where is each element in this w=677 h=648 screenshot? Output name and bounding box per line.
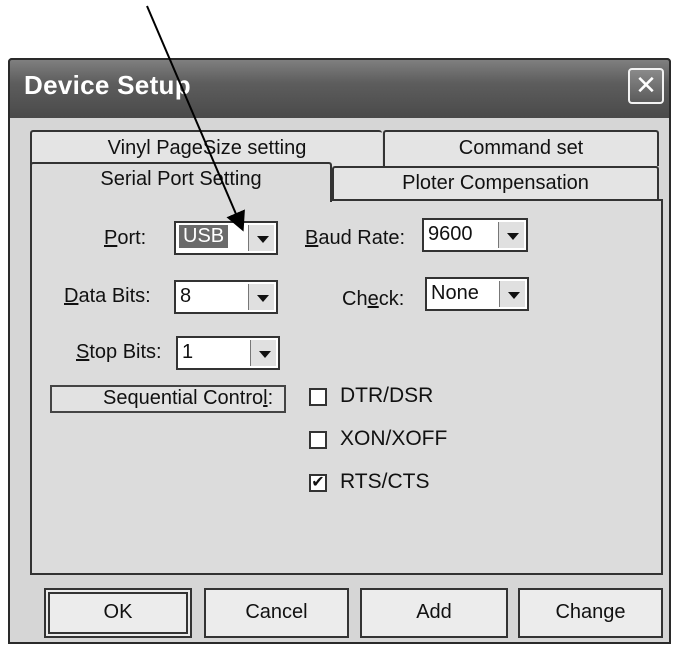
stop-bits-select[interactable]: 1 bbox=[176, 336, 280, 370]
data-bits-select[interactable]: 8 bbox=[174, 280, 278, 314]
xon-xoff-label: XON/XOFF bbox=[340, 427, 448, 450]
baud-rate-value: 9600 bbox=[428, 223, 473, 245]
chevron-down-icon[interactable] bbox=[498, 222, 524, 248]
check-select[interactable]: None bbox=[425, 277, 529, 311]
tab-command-set[interactable]: Command set bbox=[383, 130, 659, 166]
cancel-button[interactable]: Cancel bbox=[204, 588, 349, 638]
check-value: None bbox=[431, 282, 479, 304]
rts-cts-checkbox[interactable]: ✔ bbox=[309, 474, 327, 492]
tab-label: Command set bbox=[458, 137, 584, 159]
chevron-down-icon[interactable] bbox=[248, 225, 274, 251]
chevron-down-icon[interactable] bbox=[250, 340, 276, 366]
port-label: Port: bbox=[104, 227, 147, 249]
stop-bits-label: Stop Bits: bbox=[76, 341, 162, 363]
chevron-down-icon[interactable] bbox=[248, 284, 274, 310]
stop-bits-value: 1 bbox=[182, 341, 194, 363]
dtr-dsr-label: DTR/DSR bbox=[340, 384, 434, 407]
check-mark-icon: ✔ bbox=[311, 474, 325, 491]
tab-ploter-compensation[interactable]: Ploter Compensation bbox=[332, 166, 659, 200]
tab-serial-port-setting[interactable]: Serial Port Setting bbox=[30, 162, 332, 202]
window-title: Device Setup bbox=[24, 70, 191, 100]
data-bits-value: 8 bbox=[180, 285, 192, 307]
port-select[interactable]: USB bbox=[174, 221, 278, 255]
add-button[interactable]: Add bbox=[360, 588, 508, 638]
baud-rate-select[interactable]: 9600 bbox=[422, 218, 528, 252]
port-value: USB bbox=[179, 225, 229, 248]
dtr-dsr-checkbox[interactable] bbox=[309, 388, 327, 406]
tab-label: Serial Port Setting bbox=[100, 168, 262, 190]
baud-rate-label: Baud Rate: bbox=[305, 227, 406, 249]
close-button[interactable]: ✕ bbox=[628, 68, 664, 104]
rts-cts-label: RTS/CTS bbox=[340, 470, 430, 493]
ok-button[interactable]: OK bbox=[44, 588, 192, 638]
chevron-down-icon[interactable] bbox=[499, 281, 525, 307]
tab-label: Ploter Compensation bbox=[402, 172, 589, 194]
check-label: Check: bbox=[342, 288, 405, 310]
tab-join bbox=[32, 197, 328, 203]
data-bits-label: Data Bits: bbox=[64, 285, 151, 307]
change-button[interactable]: Change bbox=[518, 588, 663, 638]
close-icon: ✕ bbox=[635, 70, 657, 100]
tab-vinyl-pagesize-setting[interactable]: Vinyl PageSize setting bbox=[30, 130, 382, 166]
sequential-control-label: Sequential Control: bbox=[103, 387, 274, 409]
tab-label: Vinyl PageSize setting bbox=[107, 137, 307, 159]
xon-xoff-checkbox[interactable] bbox=[309, 431, 327, 449]
